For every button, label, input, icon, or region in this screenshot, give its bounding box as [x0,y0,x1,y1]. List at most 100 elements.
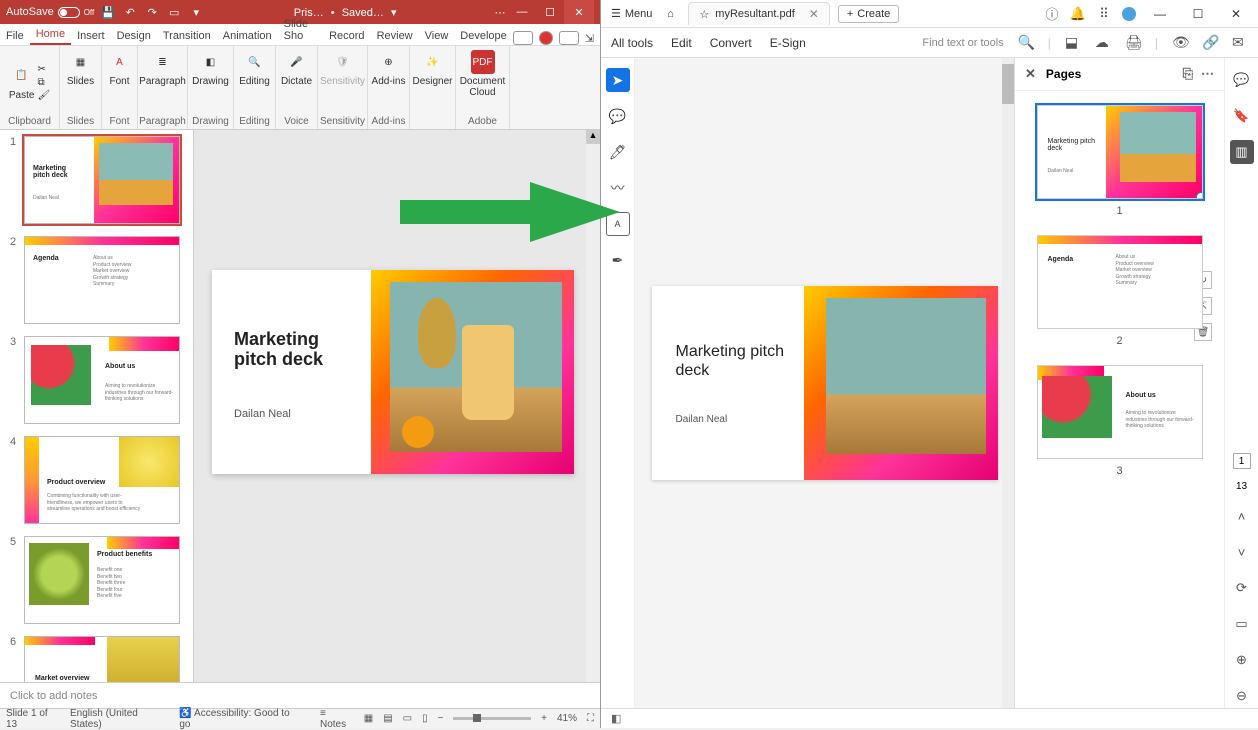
status-language[interactable]: English (United States) [70,708,169,730]
slide-thumbnails-panel[interactable]: 1 Marketing pitch deck Dailan Neal 2 Age… [0,130,194,682]
addins-button[interactable]: ⊕ Add-ins [372,50,406,87]
sensitivity-button[interactable]: 🛡 Sensitivity [320,50,365,87]
share-view-icon[interactable]: 👁 [1172,34,1188,51]
view-sorter-icon[interactable]: ▤ [383,713,392,724]
dictate-button[interactable]: 🎤 Dictate [281,50,312,87]
slide-thumb-6[interactable]: 6 Market overview [10,636,183,682]
main-slide[interactable]: Marketingpitch deck Dailan Neal [212,270,574,474]
print-icon[interactable]: 🖨 [1125,34,1141,51]
designer-button[interactable]: ✨ Designer [412,50,452,87]
more-options-icon[interactable]: ⋯ [1201,66,1214,82]
acro-canvas[interactable]: Marketing pitchdeck Dailan Neal [635,58,1014,708]
close-button[interactable]: ✕ [564,0,594,24]
slide-editor[interactable]: ▲ Marketingpitch deck Dailan Neal [194,130,600,682]
redo-icon[interactable]: ↷ [144,4,160,20]
tab-transitions[interactable]: Transition [157,27,217,45]
comments-panel-icon[interactable]: 💬 [1230,68,1254,92]
insert-page-icon[interactable]: ⎘ [1183,66,1193,82]
page-thumb-3[interactable]: About us Aiming to revolutionize industr… [1037,365,1203,459]
ribbon-collapse-icon[interactable]: ⇲ [585,32,594,45]
notes-placeholder[interactable]: Click to add notes [0,682,600,708]
font-button[interactable]: A Font [108,50,132,87]
autosave-toggle[interactable]: AutoSave Off [6,6,94,18]
comment-tool[interactable]: 💬 [606,104,630,128]
format-painter-icon[interactable]: 🖌 [37,90,50,101]
comments-icon[interactable] [513,31,533,45]
view-slideshow-icon[interactable]: ▯ [422,713,428,724]
slide-thumb-2[interactable]: 2 Agenda About us Product overview Marke… [10,236,183,324]
zoom-out-icon[interactable]: − [438,713,444,724]
account-avatar[interactable] [1122,7,1136,21]
undo-icon[interactable]: ↶ [122,4,138,20]
close-panel-icon[interactable]: ✕ [1025,66,1036,82]
link-icon[interactable]: 🔗 [1202,34,1218,51]
prev-page-icon[interactable]: ˄ [1230,504,1254,528]
tab-developer[interactable]: Develope [454,27,512,45]
star-icon[interactable]: ☆ [699,8,709,21]
view-reading-icon[interactable]: ▭ [403,713,412,724]
edit-button[interactable]: Edit [671,36,692,50]
record-icon[interactable] [539,31,553,45]
acro-document-tab[interactable]: ☆ myResultant.pdf ✕ [688,2,829,25]
find-label[interactable]: Find text or tools [922,37,1003,49]
tab-design[interactable]: Design [111,27,157,45]
page-thumb-1[interactable]: Marketing pitch deck Dailan Neal [1037,105,1203,199]
help-icon[interactable]: ⓘ [1044,6,1060,22]
bookmarks-icon[interactable]: 🔖 [1230,104,1254,128]
rotate-view-icon[interactable]: ⟳ [1230,576,1254,600]
start-slideshow-icon[interactable]: ▭ [166,4,182,20]
home-button[interactable]: ⌂ [658,8,682,20]
upload-icon[interactable]: ☁ [1095,34,1111,51]
convert-button[interactable]: Convert [710,36,752,50]
select-tool[interactable]: ➤ [606,68,630,92]
all-tools-button[interactable]: All tools [611,36,653,50]
pdf-page-1[interactable]: Marketing pitchdeck Dailan Neal [652,286,998,480]
page-number-field[interactable]: 1 [1233,453,1251,469]
create-button[interactable]: + Create [838,5,899,23]
slide-author[interactable]: Dailan Neal [234,408,291,420]
draw-tool[interactable]: 〰 [606,176,630,200]
slide-thumb-4[interactable]: 4 Product overview Combining functionali… [10,436,183,524]
notes-button[interactable]: ≡ Notes [320,708,354,730]
esign-button[interactable]: E-Sign [770,36,806,50]
slide-title[interactable]: Marketingpitch deck [234,330,323,370]
drawing-button[interactable]: ◧ Drawing [192,50,229,87]
view-normal-icon[interactable]: ▦ [364,713,373,724]
tab-home[interactable]: Home [30,25,71,45]
apps-icon[interactable]: ⠿ [1096,6,1112,22]
paste-button[interactable]: 📋 Paste [9,64,35,101]
search-icon[interactable]: 🔍 [1018,34,1034,51]
editing-button[interactable]: 🔍 Editing [239,50,270,87]
textbox-tool[interactable]: A [606,212,630,236]
copy-icon[interactable]: ⧉ [37,77,50,88]
acro-status-icon[interactable]: ◧ [611,712,621,725]
acro-maximize-button[interactable]: ☐ [1184,7,1212,21]
acro-close-button[interactable]: ✕ [1222,7,1250,21]
scroll-up-icon[interactable]: ▲ [586,130,600,144]
pages-thumbnail-list[interactable]: ↻ ⇱ 🗑 Marketing pitch deck Dailan Neal 1… [1015,91,1224,708]
editor-scrollbar[interactable]: ▲ [586,130,600,682]
tab-record[interactable]: Record [323,27,370,45]
tab-file[interactable]: File [0,27,30,45]
page-thumb-2[interactable]: Agenda About us Product overview Market … [1037,235,1203,329]
email-icon[interactable]: ✉ [1232,34,1248,51]
cut-icon[interactable]: ✂ [37,64,50,75]
tab-close-icon[interactable]: ✕ [809,7,819,21]
acro-menu-button[interactable]: ☰ Menu [605,3,658,24]
tab-animations[interactable]: Animation [217,27,278,45]
minimize-button[interactable]: — [508,0,536,24]
acro-scrollbar[interactable] [1002,58,1014,708]
adobe-cloud-button[interactable]: PDF Document Cloud [459,50,506,98]
tab-view[interactable]: View [419,27,455,45]
zoom-in-tool-icon[interactable]: ⊕ [1230,648,1254,672]
paragraph-button[interactable]: ≣ Paragraph [139,50,186,87]
slide-thumb-1[interactable]: 1 Marketing pitch deck Dailan Neal [10,136,183,224]
zoom-slider[interactable] [453,717,531,720]
zoom-level[interactable]: 41% [557,713,577,724]
tab-slideshow[interactable]: Slide Sho [278,15,323,45]
thumbnails-panel-icon[interactable]: ▥ [1230,140,1254,164]
slide-thumb-5[interactable]: 5 Product benefits Benefit one Benefit t… [10,536,183,624]
next-page-icon[interactable]: ˅ [1230,540,1254,564]
sign-tool[interactable]: ✒ [606,248,630,272]
status-slide-pos[interactable]: Slide 1 of 13 [6,708,60,730]
